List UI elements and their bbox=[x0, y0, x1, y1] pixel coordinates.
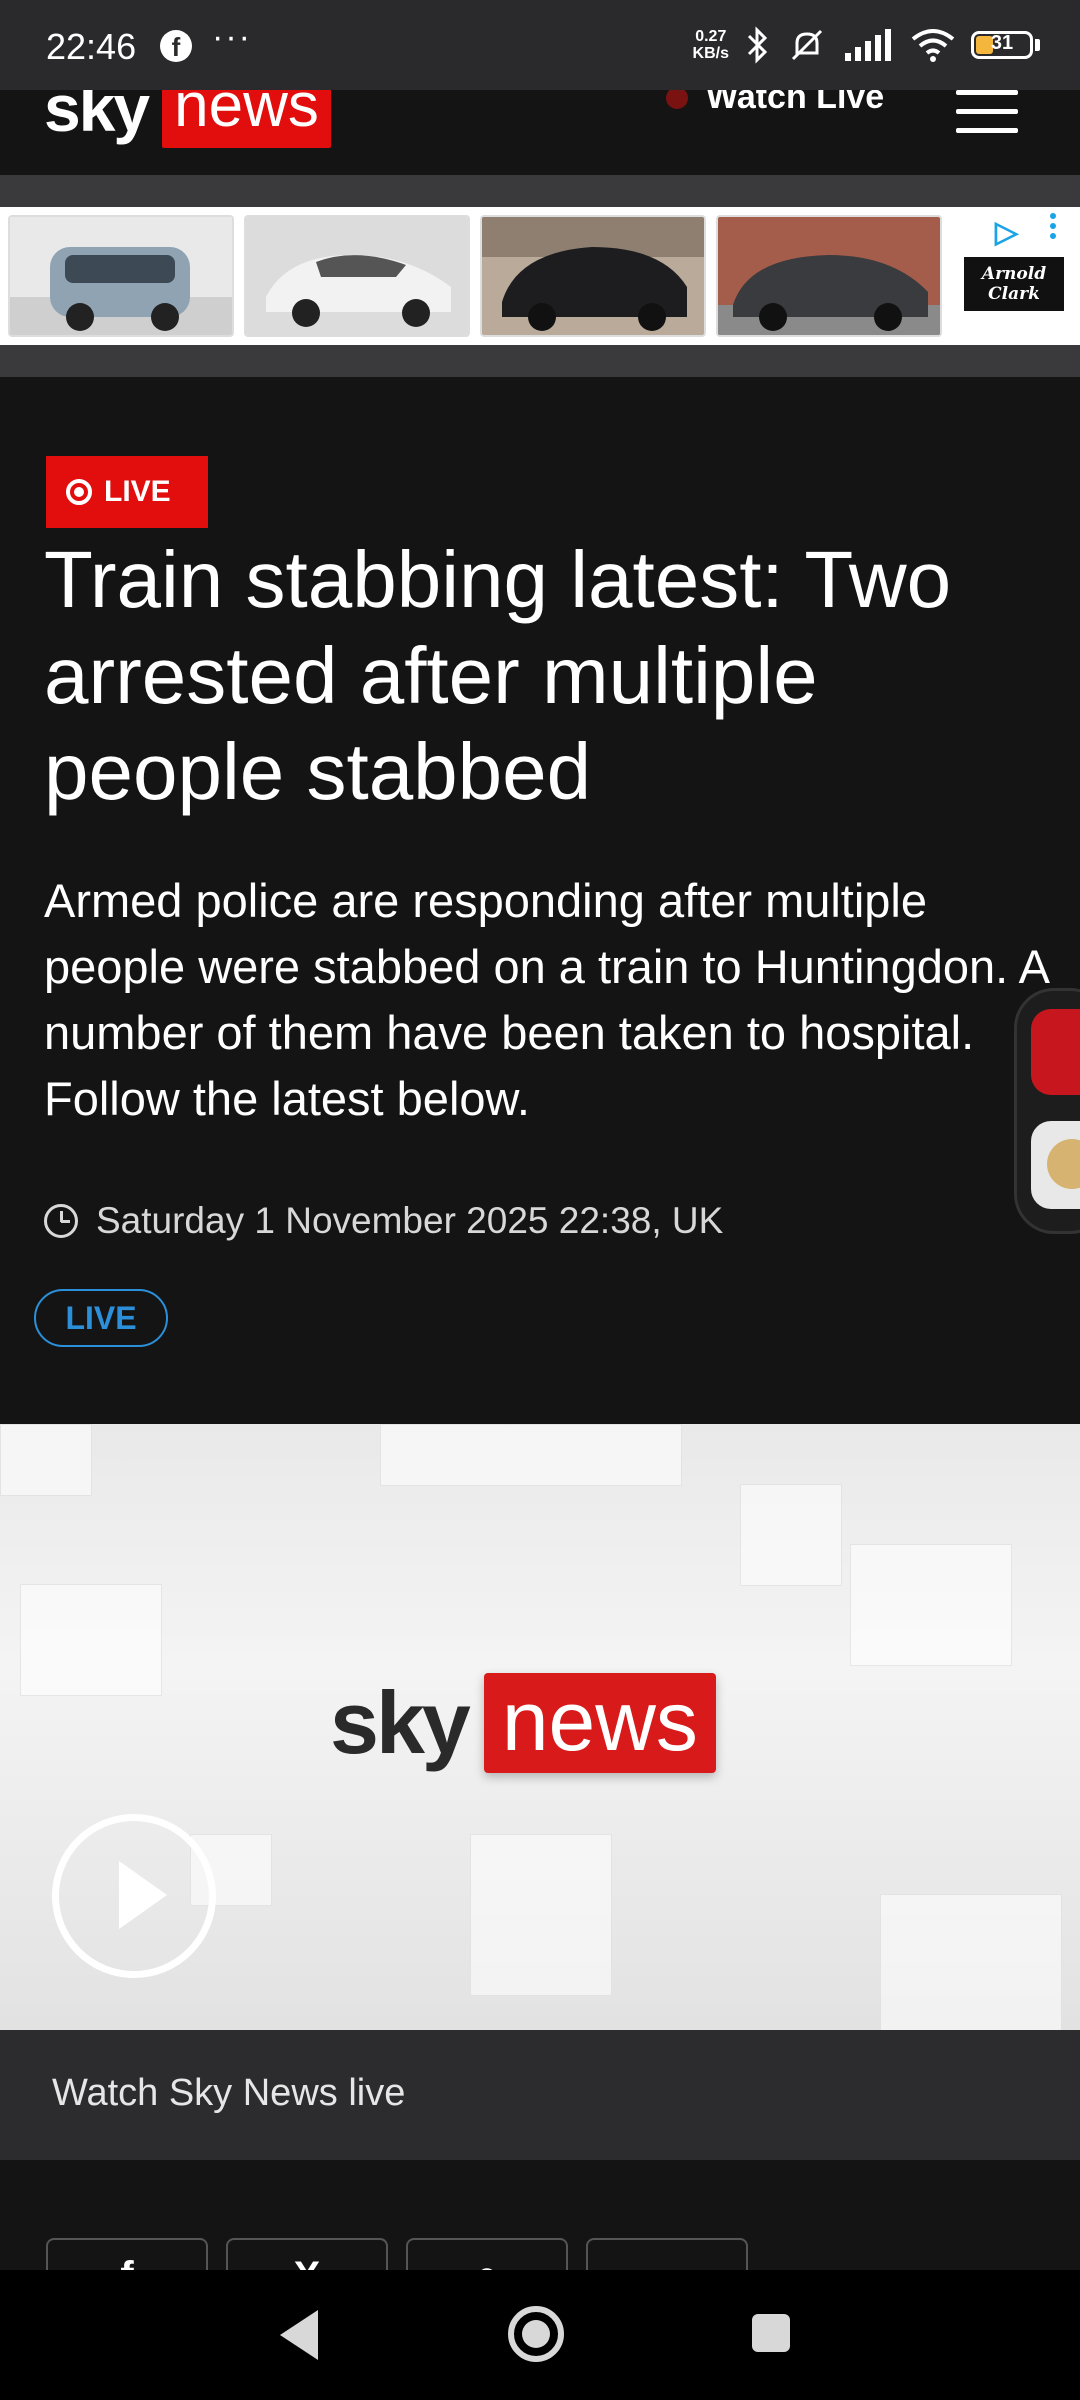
video-player[interactable]: sky news bbox=[0, 1424, 1080, 2030]
play-icon[interactable] bbox=[52, 1814, 216, 1978]
video-caption: Watch Sky News live bbox=[0, 2030, 1080, 2160]
clock-time: 22:46 bbox=[46, 26, 137, 67]
system-nav-bar bbox=[0, 2270, 1080, 2400]
battery-level: 31 bbox=[990, 32, 1014, 54]
share-whatsapp-button[interactable]: ○ bbox=[406, 2238, 568, 2270]
live-record-icon bbox=[66, 479, 92, 505]
article-standfirst: Armed police are responding after multip… bbox=[44, 874, 1048, 1125]
video-sky-news-logo: sky news bbox=[330, 1672, 716, 1774]
share-facebook-button[interactable]: f bbox=[46, 2238, 208, 2270]
ad-car-image[interactable] bbox=[244, 215, 470, 337]
watch-live-link[interactable]: Watch Live bbox=[666, 90, 884, 117]
ad-choices-icon[interactable]: ▷ bbox=[995, 215, 1018, 250]
recent-apps-icon[interactable] bbox=[752, 2314, 790, 2352]
logo-news-text: news bbox=[162, 90, 331, 148]
live-badge-label: LIVE bbox=[104, 475, 171, 508]
share-buttons: f X ○ bbox=[0, 2160, 1080, 2270]
bluetooth-icon bbox=[747, 26, 768, 64]
mute-bell-icon bbox=[791, 29, 823, 61]
side-widget-app-icon[interactable] bbox=[1031, 1121, 1080, 1209]
video-caption-text: Watch Sky News live bbox=[52, 2072, 406, 2114]
video-logo-sky-text: sky bbox=[330, 1673, 471, 1772]
ad-car-image[interactable] bbox=[480, 215, 706, 337]
status-icons: 0.27 KB/s 31 bbox=[693, 22, 1040, 68]
ad-options-icon[interactable] bbox=[1050, 213, 1056, 243]
site-header: sky news Watch Live bbox=[0, 90, 1080, 175]
live-pill: LIVE bbox=[34, 1289, 168, 1347]
article-headline: Train stabbing latest: Two arrested afte… bbox=[44, 535, 952, 816]
wifi-icon bbox=[911, 29, 955, 62]
advertisement[interactable]: ▷ Arnold Clark bbox=[0, 207, 1080, 345]
clock-icon bbox=[44, 1204, 78, 1238]
timestamp-text: Saturday 1 November 2025 22:38, UK bbox=[96, 1200, 724, 1241]
sky-news-logo[interactable]: sky news bbox=[44, 90, 331, 148]
ad-car-image[interactable] bbox=[8, 215, 234, 337]
back-icon[interactable] bbox=[280, 2310, 318, 2360]
watch-live-label: Watch Live bbox=[706, 90, 885, 116]
menu-icon[interactable] bbox=[956, 90, 1018, 147]
floating-side-widget[interactable] bbox=[1014, 988, 1080, 1234]
more-notifications-icon: ··· bbox=[212, 18, 252, 56]
network-speed: 0.27 KB/s bbox=[692, 28, 729, 62]
live-badge: LIVE bbox=[46, 456, 208, 528]
video-logo-news-text: news bbox=[483, 1673, 716, 1773]
share-more-button[interactable] bbox=[586, 2238, 748, 2270]
status-bar: 22:46 f ··· 0.27 KB/s 31 bbox=[0, 0, 1080, 90]
article-timestamp: Saturday 1 November 2025 22:38, UK bbox=[44, 1200, 723, 1242]
home-icon[interactable] bbox=[508, 2306, 564, 2362]
live-dot-icon bbox=[666, 90, 688, 109]
logo-sky-text: sky bbox=[44, 90, 150, 145]
ad-car-image[interactable] bbox=[716, 215, 942, 337]
signal-icon bbox=[845, 29, 891, 61]
share-x-button[interactable]: X bbox=[226, 2238, 388, 2270]
facebook-icon: f bbox=[160, 30, 192, 62]
battery-icon: 31 bbox=[971, 31, 1033, 59]
side-widget-app-icon[interactable] bbox=[1031, 1009, 1080, 1095]
ad-brand-logo: Arnold Clark bbox=[964, 257, 1064, 311]
